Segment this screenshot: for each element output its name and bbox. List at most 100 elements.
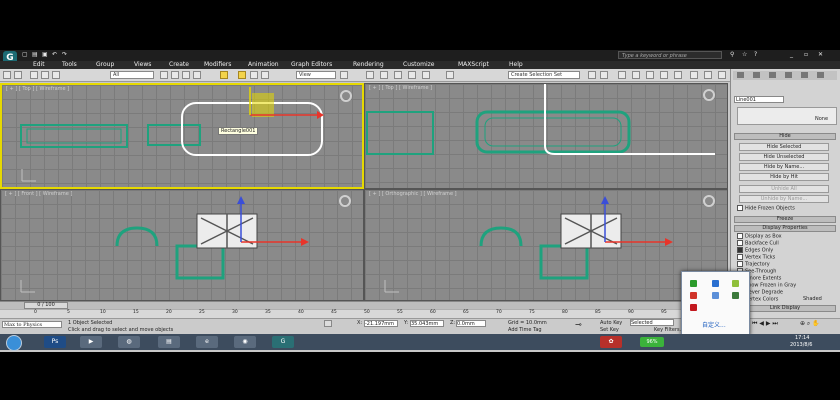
render-icon[interactable]: [718, 71, 726, 79]
y-coordinate-field[interactable]: 35.043mm: [410, 320, 444, 327]
tray-customize-link[interactable]: 自定义...: [702, 320, 726, 329]
menu-maxscript[interactable]: MAXScript: [458, 61, 489, 69]
percent-snap-icon[interactable]: [408, 71, 416, 79]
search-input[interactable]: Type a keyword or phrase: [618, 51, 722, 59]
undo-icon[interactable]: [3, 71, 11, 79]
menu-graph-editors[interactable]: Graph Editors: [291, 61, 332, 69]
play-controls[interactable]: ⏮ ◀ ▶ ⏭: [752, 320, 778, 328]
none-button[interactable]: None: [815, 116, 828, 122]
viewport-nav-icons[interactable]: ⊕ ⌕ ✋: [800, 320, 820, 328]
key-filters-button[interactable]: Key Filters...: [654, 327, 684, 333]
time-slider-thumb[interactable]: 0 / 100: [24, 302, 68, 309]
select-manipulate-icon[interactable]: [366, 71, 374, 79]
maxscript-listener[interactable]: Max to Physics: [2, 321, 62, 328]
set-key-button[interactable]: Set Key: [600, 327, 619, 333]
shaded-button[interactable]: Shaded: [803, 296, 822, 303]
named-selection-sets-dropdown[interactable]: Create Selection Set: [508, 71, 580, 79]
quick-save-icon[interactable]: ▣: [42, 51, 48, 58]
quick-undo-icon[interactable]: ↶: [52, 51, 57, 58]
taskbar-ie-icon[interactable]: e: [196, 336, 218, 348]
unhide-all-button[interactable]: Unhide All: [739, 185, 829, 193]
menu-create[interactable]: Create: [169, 61, 189, 69]
menu-edit[interactable]: Edit: [33, 61, 45, 69]
tray-app-icon[interactable]: [690, 280, 697, 287]
key-icon[interactable]: ⊸: [575, 321, 582, 329]
select-and-scale-icon[interactable]: [261, 71, 269, 79]
menu-animation[interactable]: Animation: [248, 61, 279, 69]
freeze-rollout[interactable]: Freeze: [734, 216, 836, 223]
object-name-field[interactable]: Line001: [734, 96, 784, 103]
minimize-button[interactable]: _: [790, 51, 793, 58]
add-time-tag[interactable]: Add Time Tag: [508, 327, 542, 333]
tray-app-icon[interactable]: [712, 292, 719, 299]
layer-manager-icon[interactable]: [618, 71, 626, 79]
battery-indicator[interactable]: 96%: [640, 337, 664, 347]
viewport-perspective[interactable]: [ + ] [ Orthographic ] [ Wireframe ]: [364, 189, 728, 301]
hide-rollout[interactable]: Hide: [734, 133, 836, 140]
create-tab-icon[interactable]: [737, 72, 744, 78]
reference-coordinate-dropdown[interactable]: View: [296, 71, 336, 79]
menu-group[interactable]: Group: [96, 61, 114, 69]
auto-key-button[interactable]: Auto Key: [600, 320, 622, 326]
curve-editor-icon[interactable]: [646, 71, 654, 79]
unhide-by-name-button[interactable]: Unhide by Name...: [739, 195, 829, 203]
angle-snap-icon[interactable]: [394, 71, 402, 79]
select-by-name-icon[interactable]: [171, 71, 179, 79]
unlink-icon[interactable]: [41, 71, 49, 79]
pivot-center-icon[interactable]: [340, 71, 348, 79]
hide-by-name-button[interactable]: Hide by Name...: [739, 163, 829, 171]
taskbar-media-player-icon[interactable]: ▶: [80, 336, 102, 348]
tray-app-icon[interactable]: [732, 280, 739, 287]
display-properties-rollout[interactable]: Display Properties: [734, 225, 836, 232]
move-gizmo-icon[interactable]: [238, 71, 246, 79]
rect-selection-region-icon[interactable]: [182, 71, 190, 79]
link-icon[interactable]: [30, 71, 38, 79]
menu-tools[interactable]: Tools: [62, 61, 77, 69]
taskbar-chrome-icon[interactable]: ◍: [118, 336, 140, 348]
viewport-front[interactable]: [ + ] [ Front ] [ Wireframe ]: [0, 189, 364, 301]
tray-app-icon[interactable]: [690, 304, 697, 311]
star-icon[interactable]: ☆: [742, 51, 747, 58]
help-icon[interactable]: ?: [754, 51, 757, 58]
menu-help[interactable]: Help: [509, 61, 523, 69]
tray-network-icon[interactable]: [712, 280, 719, 287]
taskbar-photoshop-icon[interactable]: Ps: [44, 336, 66, 348]
menu-rendering[interactable]: Rendering: [353, 61, 384, 69]
bind-space-warp-icon[interactable]: [52, 71, 60, 79]
select-object-icon[interactable]: [160, 71, 168, 79]
display-tab-icon[interactable]: [801, 72, 808, 78]
select-and-move-icon[interactable]: [220, 71, 228, 79]
select-and-rotate-icon[interactable]: [250, 71, 258, 79]
schematic-view-icon[interactable]: [660, 71, 668, 79]
rendered-frame-icon[interactable]: [704, 71, 712, 79]
clock-time[interactable]: 17:14: [795, 335, 809, 341]
window-crossing-icon[interactable]: [193, 71, 201, 79]
graphite-tools-icon[interactable]: [632, 71, 640, 79]
hide-unselected-button[interactable]: Hide Unselected: [739, 153, 829, 161]
z-coordinate-field[interactable]: 0.0mm: [456, 320, 486, 327]
motion-tab-icon[interactable]: [785, 72, 792, 78]
quick-open-icon[interactable]: ▤: [32, 51, 38, 58]
mirror-icon[interactable]: [588, 71, 596, 79]
lock-selection-icon[interactable]: [324, 320, 332, 327]
selection-filter-dropdown[interactable]: All: [110, 71, 154, 79]
start-button[interactable]: [6, 335, 22, 351]
spinner-snap-icon[interactable]: [422, 71, 430, 79]
tray-app-icon[interactable]: [732, 292, 739, 299]
utilities-tab-icon[interactable]: [817, 72, 824, 78]
track-bar[interactable]: 0 5 10 15 20 25 30 35 40 45 50 55 60 65 …: [0, 309, 730, 318]
align-icon[interactable]: [600, 71, 608, 79]
taskbar-3dsmax-icon[interactable]: G: [272, 336, 294, 348]
viewport-left[interactable]: [ + ] [ Top ] [ Wireframe ]: [364, 83, 728, 189]
material-editor-icon[interactable]: [674, 71, 682, 79]
hide-frozen-checkbox[interactable]: Hide Frozen Objects: [737, 205, 795, 213]
menu-modifiers[interactable]: Modifiers: [204, 61, 231, 69]
redo-icon[interactable]: [14, 71, 22, 79]
taskbar-tray-app-icon[interactable]: ✿: [600, 336, 622, 348]
taskbar-media-icon[interactable]: ◉: [234, 336, 256, 348]
clock-date[interactable]: 2013/8/6: [790, 342, 812, 348]
close-button[interactable]: ✕: [818, 51, 823, 58]
menu-views[interactable]: Views: [134, 61, 151, 69]
menu-customize[interactable]: Customize: [403, 61, 435, 69]
hide-by-hit-button[interactable]: Hide by Hit: [739, 173, 829, 181]
